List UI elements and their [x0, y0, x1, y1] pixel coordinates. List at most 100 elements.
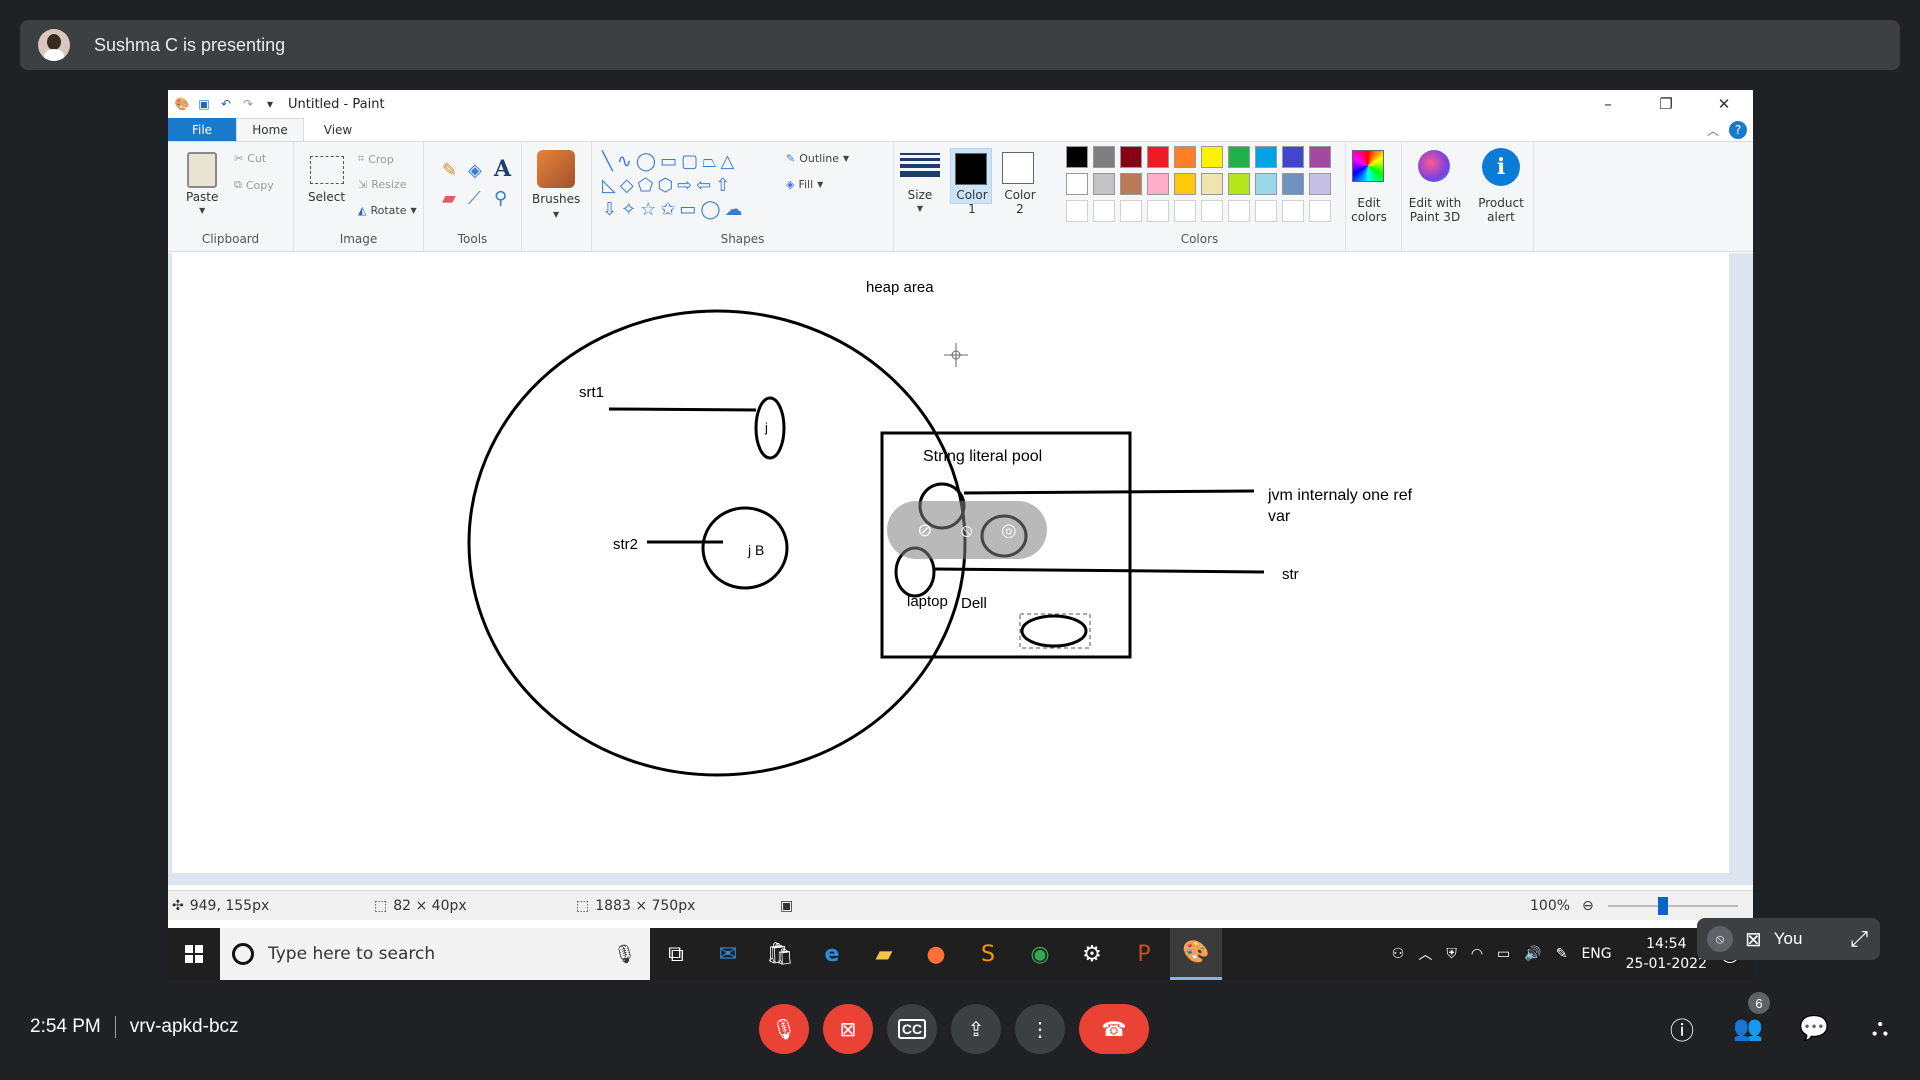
collapse-ribbon-icon[interactable]: ︿	[1707, 122, 1719, 139]
wifi-icon[interactable]: ◠	[1471, 946, 1483, 962]
mic-off-icon[interactable]: ⦸	[961, 520, 973, 541]
tab-file[interactable]: File	[168, 118, 236, 141]
people-icon[interactable]: ⚇	[1392, 946, 1405, 962]
select-button[interactable]: Select	[308, 156, 345, 204]
palette-swatch[interactable]	[1093, 146, 1115, 168]
palette-swatch[interactable]	[1066, 173, 1088, 195]
security-icon[interactable]: ⛨	[1446, 946, 1457, 962]
color-picker-icon[interactable]: ⟋	[468, 188, 481, 209]
captions-button[interactable]: CC	[887, 1004, 937, 1054]
settings-app-icon[interactable]: ⚙	[1066, 928, 1118, 980]
color2-button[interactable]	[1002, 152, 1034, 184]
task-view-icon[interactable]: ⧉	[650, 928, 702, 980]
shapes-gallery[interactable]: ╲∿◯▭▢⏢△ ◺◇⬠⬡⇨⇦⇧ ⇩✧☆✩▭◯☁	[602, 150, 772, 222]
presentation-overlay-pill[interactable]: ⊘ ⦸ ◎	[887, 501, 1047, 559]
palette-swatch[interactable]	[1309, 200, 1331, 222]
palette-swatch[interactable]	[1147, 146, 1169, 168]
file-explorer-icon[interactable]: ▰	[858, 928, 910, 980]
chrome-icon[interactable]: ◉	[1014, 928, 1066, 980]
paint-taskbar-icon[interactable]: 🎨	[1170, 928, 1222, 980]
palette-swatch[interactable]	[1174, 173, 1196, 195]
end-call-button[interactable]: ☎	[1079, 1004, 1149, 1054]
rotate-button[interactable]: ◭ Rotate ▼	[358, 204, 417, 217]
tab-home[interactable]: Home	[236, 118, 304, 141]
sublime-text-icon[interactable]: S	[962, 928, 1014, 980]
close-icon[interactable]: ✕	[1695, 90, 1753, 118]
start-button[interactable]	[168, 928, 220, 980]
palette-swatch[interactable]	[1066, 146, 1088, 168]
eraser-icon[interactable]: ▰	[442, 188, 456, 209]
show-hidden-icons[interactable]: ︿	[1418, 944, 1432, 964]
palette-swatch[interactable]	[1255, 200, 1277, 222]
size-button[interactable]: Size ▼	[900, 150, 940, 213]
palette-swatch[interactable]	[1066, 200, 1088, 222]
customize-toolbar-icon[interactable]: ▾	[262, 96, 278, 112]
palette-swatch[interactable]	[1147, 173, 1169, 195]
fill-bucket-icon[interactable]: ◈	[468, 160, 482, 181]
zoom-out-icon[interactable]: ⊖	[1582, 898, 1594, 914]
microphone-icon[interactable]: 🎙	[613, 944, 636, 965]
edit-colors-button[interactable]	[1352, 150, 1384, 182]
taskbar-clock[interactable]: 14:54 25-01-2022	[1626, 934, 1707, 974]
outline-button[interactable]: ✎ Outline ▼	[786, 152, 849, 165]
powerpoint-icon[interactable]: P	[1118, 928, 1170, 980]
palette-swatch[interactable]	[1282, 200, 1304, 222]
edge-icon[interactable]: e	[806, 928, 858, 980]
palette-swatch[interactable]	[1147, 200, 1169, 222]
redo-icon[interactable]: ↷	[240, 96, 256, 112]
palette-swatch[interactable]	[1093, 173, 1115, 195]
palette-swatch[interactable]	[1309, 173, 1331, 195]
people-button[interactable]: 👥 6	[1728, 992, 1770, 1048]
pencil-icon[interactable]: ✎	[442, 160, 457, 181]
palette-swatch[interactable]	[1174, 146, 1196, 168]
help-icon[interactable]: ?	[1729, 121, 1747, 139]
palette-swatch[interactable]	[1255, 173, 1277, 195]
palette-swatch[interactable]	[1228, 173, 1250, 195]
firefox-icon[interactable]: ●	[910, 928, 962, 980]
palette-swatch[interactable]	[1174, 200, 1196, 222]
palette-swatch[interactable]	[1309, 146, 1331, 168]
edit-with-paint3d-button[interactable]	[1418, 150, 1450, 182]
pin-off-icon[interactable]: ⊘	[917, 520, 932, 541]
paste-button[interactable]: Paste ▼	[186, 152, 218, 215]
camera-toggle-button[interactable]: ⊠	[823, 1004, 873, 1054]
fill-button[interactable]: ◈ Fill ▼	[786, 178, 823, 191]
palette-swatch[interactable]	[1093, 200, 1115, 222]
zoom-slider-thumb[interactable]	[1658, 897, 1668, 915]
palette-swatch[interactable]	[1201, 146, 1223, 168]
palette-swatch[interactable]	[1120, 146, 1142, 168]
crop-button[interactable]: ⌗ Crop	[358, 152, 394, 166]
taskbar-search[interactable]: Type here to search 🎙	[220, 928, 650, 980]
self-view-pill[interactable]: ⦸ ⊠ You ⤢	[1697, 918, 1880, 960]
palette-swatch[interactable]	[1228, 200, 1250, 222]
palette-swatch[interactable]	[1255, 146, 1277, 168]
product-alert-button[interactable]: i	[1482, 148, 1520, 186]
pen-icon[interactable]: ✎	[1556, 946, 1568, 962]
mic-toggle-button[interactable]: 🎙	[759, 1004, 809, 1054]
language-indicator[interactable]: ENG	[1581, 946, 1611, 962]
palette-swatch[interactable]	[1282, 146, 1304, 168]
magnifier-icon[interactable]: ⚲	[494, 188, 507, 209]
mail-icon[interactable]: ✉	[702, 928, 754, 980]
drawing-canvas[interactable]: heap area srt1 j str2 j B String literal…	[172, 253, 1729, 873]
more-options-button[interactable]: ⋮	[1015, 1004, 1065, 1054]
chat-button[interactable]: 💬	[1794, 1008, 1834, 1048]
zoom-slider[interactable]	[1608, 897, 1738, 915]
minimize-icon[interactable]: –	[1579, 90, 1637, 118]
activities-button[interactable]: ⛬	[1860, 1008, 1900, 1048]
palette-swatch[interactable]	[1120, 200, 1142, 222]
present-button[interactable]: ⇪	[951, 1004, 1001, 1054]
volume-icon[interactable]: 🔊	[1524, 946, 1541, 962]
palette-swatch[interactable]	[1282, 173, 1304, 195]
copy-button[interactable]: ⧉ Copy	[234, 178, 274, 192]
palette-swatch[interactable]	[1201, 173, 1223, 195]
store-icon[interactable]: 🛍	[754, 928, 806, 980]
battery-icon[interactable]: ▭	[1497, 946, 1510, 962]
brushes-button[interactable]: Brushes ▼	[532, 150, 580, 219]
undo-icon[interactable]: ↶	[218, 96, 234, 112]
palette-swatch[interactable]	[1120, 173, 1142, 195]
resize-button[interactable]: ⇲ Resize	[358, 178, 406, 191]
restore-icon[interactable]: ❐	[1637, 90, 1695, 118]
palette-swatch[interactable]	[1228, 146, 1250, 168]
meeting-details-button[interactable]: ⓘ	[1662, 1008, 1702, 1048]
